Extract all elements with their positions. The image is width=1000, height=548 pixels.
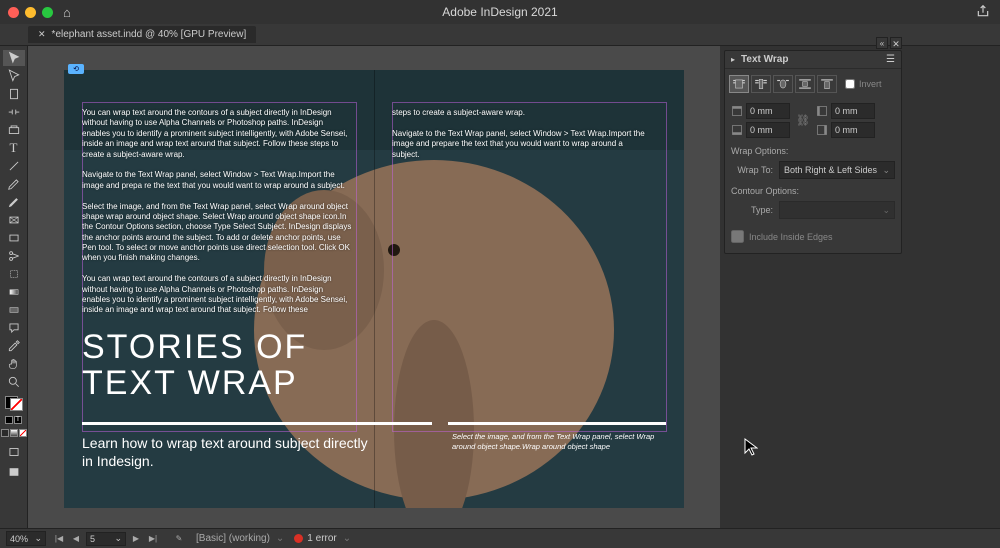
wrap-object-shape-icon[interactable] — [773, 75, 793, 93]
wrap-jump-object-icon[interactable] — [795, 75, 815, 93]
rectangle-tool[interactable] — [3, 230, 25, 246]
share-icon[interactable] — [976, 4, 990, 21]
gradient-feather-tool[interactable] — [3, 302, 25, 318]
rule-right — [448, 422, 666, 425]
document-tab[interactable]: ✕ *elephant asset.indd @ 40% [GPU Previe… — [28, 26, 256, 43]
preflight-profile-label[interactable]: [Basic] (working) — [196, 533, 270, 544]
window-minimize-dot[interactable] — [25, 7, 36, 18]
prev-page-button[interactable]: ◀ — [69, 532, 83, 546]
page-spread[interactable]: ⟲ You can wrap text around the contours … — [64, 70, 684, 508]
window-close-dot[interactable] — [8, 7, 19, 18]
window-zoom-dot[interactable] — [42, 7, 53, 18]
include-inside-edges-checkbox[interactable] — [731, 230, 744, 243]
wrap-options-label: Wrap Options: — [725, 142, 901, 158]
panel-menu-icon[interactable]: ☰ — [886, 54, 895, 65]
offset-left-input[interactable] — [831, 103, 875, 119]
offset-right-icon — [816, 124, 828, 136]
link-offsets-icon[interactable]: ⛓ — [798, 111, 808, 131]
scissors-tool[interactable] — [3, 248, 25, 264]
pen-tool[interactable] — [3, 176, 25, 192]
offset-left-icon — [816, 105, 828, 117]
wrap-jump-column-icon[interactable] — [817, 75, 837, 93]
wrap-bounding-box-icon[interactable] — [751, 75, 771, 93]
contour-type-dropdown[interactable]: ⌄ — [779, 201, 895, 219]
offset-bottom-icon — [731, 124, 743, 136]
wrap-none-icon[interactable] — [729, 75, 749, 93]
wrap-to-label: Wrap To: — [731, 165, 773, 175]
tools-panel: T T — [0, 46, 28, 528]
pencil-tool[interactable] — [3, 194, 25, 210]
free-transform-tool[interactable] — [3, 266, 25, 282]
offset-top-input[interactable] — [746, 103, 790, 119]
panel-chevron-icon[interactable]: ▸ — [731, 55, 735, 64]
offset-top-icon — [731, 105, 743, 117]
view-mode-normal-icon[interactable] — [3, 443, 25, 461]
document-canvas[interactable]: ⟲ You can wrap text around the contours … — [28, 46, 720, 528]
zoom-dropdown[interactable]: 40%⌄ — [6, 531, 46, 546]
apply-gradient-icon[interactable] — [10, 429, 18, 437]
direct-selection-tool[interactable] — [3, 68, 25, 84]
invert-label: Invert — [859, 79, 882, 89]
subhead[interactable]: Learn how to wrap text around subject di… — [82, 434, 372, 470]
last-page-button[interactable]: ▶| — [146, 532, 160, 546]
first-page-button[interactable]: |◀ — [52, 532, 66, 546]
linked-image-badge[interactable]: ⟲ — [68, 64, 84, 74]
app-title: Adobe InDesign 2021 — [442, 5, 557, 19]
body-text-right[interactable]: steps to create a subject-aware wrap. Na… — [392, 108, 652, 160]
view-mode-preview-icon[interactable] — [3, 463, 25, 481]
wrap-to-dropdown[interactable]: Both Right & Left Sides⌄ — [779, 161, 895, 179]
rule-left — [82, 422, 432, 425]
include-inside-edges-label: Include Inside Edges — [749, 232, 833, 242]
headline[interactable]: STORIES OF TEXT WRAP — [82, 330, 307, 401]
apply-color-icon[interactable] — [1, 429, 9, 437]
apply-color-container-icon[interactable] — [5, 416, 13, 424]
caption-text[interactable]: Select the image, and from the Text Wrap… — [452, 432, 662, 452]
content-collector-tool[interactable] — [3, 122, 25, 138]
next-page-button[interactable]: ▶ — [129, 532, 143, 546]
gap-tool[interactable] — [3, 104, 25, 120]
text-wrap-panel: « ✕ ▸ Text Wrap ☰ Invert — [724, 50, 902, 254]
contour-type-label: Type: — [731, 205, 773, 215]
gradient-swatch-tool[interactable] — [3, 284, 25, 300]
document-tab-label: *elephant asset.indd @ 40% [GPU Preview] — [52, 29, 247, 40]
panel-close-icon[interactable]: ✕ — [890, 37, 902, 49]
open-note-icon[interactable]: ✎ — [172, 532, 186, 546]
panel-collapse-icon[interactable]: « — [876, 37, 888, 49]
body-text-left[interactable]: You can wrap text around the contours of… — [82, 108, 352, 316]
apply-color-text-icon[interactable]: T — [14, 416, 22, 424]
zoom-tool[interactable] — [3, 374, 25, 390]
error-indicator-icon — [294, 534, 303, 543]
note-tool[interactable] — [3, 320, 25, 336]
line-tool[interactable] — [3, 158, 25, 174]
selection-tool[interactable] — [3, 50, 25, 66]
close-tab-icon[interactable]: ✕ — [38, 29, 46, 40]
offset-bottom-input[interactable] — [746, 122, 790, 138]
contour-options-label: Contour Options: — [725, 182, 901, 198]
offset-right-input[interactable] — [831, 122, 875, 138]
spine-guide — [374, 70, 375, 508]
preflight-errors[interactable]: 1 error ⌄ — [294, 533, 351, 544]
invert-checkbox[interactable] — [845, 79, 855, 89]
type-tool[interactable]: T — [3, 140, 25, 156]
apply-none-icon[interactable] — [19, 429, 27, 437]
eyedropper-tool[interactable] — [3, 338, 25, 354]
page-number-field[interactable]: 5⌄ — [86, 532, 126, 546]
hand-tool[interactable] — [3, 356, 25, 372]
page-tool[interactable] — [3, 86, 25, 102]
home-icon[interactable]: ⌂ — [63, 5, 71, 20]
fill-stroke-swatch[interactable] — [5, 396, 23, 408]
rectangle-frame-tool[interactable] — [3, 212, 25, 228]
panel-title: Text Wrap — [741, 54, 788, 65]
